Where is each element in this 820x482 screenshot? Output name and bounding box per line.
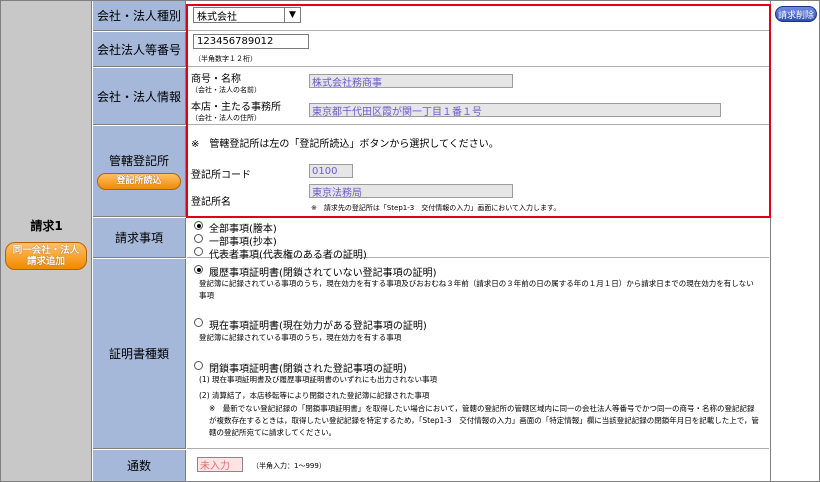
copies-note: （半角入力：1～999） (252, 462, 326, 470)
right-column: 請求削除 (770, 1, 819, 481)
closed-certificate-desc3: ※ 最新でない登記記録の「閉鎖事項証明書」を取得したい場合において，管轄の登記所… (209, 404, 759, 437)
company-name-label: 商号・名称 (191, 74, 241, 85)
closed-certificate-desc1: (1) 現在事項証明書及び履歴事項証明書のいずれにも出力されない事項 (199, 375, 438, 384)
radio-partial-items[interactable] (194, 234, 203, 243)
radio-full-items[interactable] (194, 221, 203, 230)
company-type-select[interactable]: 株式会社 ▼ (193, 7, 301, 23)
corp-number-note: （半角数字１２桁） (194, 55, 257, 63)
registry-cell: ※ 管轄登記所は左の「登記所読込」ボタンから選択してください。 登記所コード 0… (187, 126, 769, 217)
history-certificate-title: 履歴事項証明書(閉鎖されていない登記事項の証明) (209, 268, 437, 279)
copies-label: 通数 (93, 450, 186, 481)
radio-closed-certificate[interactable] (194, 361, 203, 370)
add-same-company-request-button[interactable]: 同一会社・法人請求追加 (5, 242, 87, 270)
current-certificate-title: 現在事項証明書(現在効力がある登記事項の証明) (209, 321, 427, 332)
certificate-type-cell: 履歴事項証明書(閉鎖されていない登記事項の証明) 登記簿に記録されている事項のう… (187, 259, 769, 449)
company-type-cell: 株式会社 ▼ (187, 1, 769, 31)
registry-name-label: 登記所名 (191, 197, 231, 208)
request-items-label: 請求事項 (93, 218, 186, 258)
company-address-label: 本店・主たる事務所 (191, 102, 281, 113)
company-info-cell: 商号・名称 （会社・法人の名前） 株式会社務商事 本店・主たる事務所 （会社・法… (187, 68, 769, 125)
closed-certificate-title: 閉鎖事項証明書(閉鎖された登記事項の証明) (209, 364, 407, 375)
registry-label: 管轄登記所 (108, 154, 169, 168)
registry-instruction: ※ 管轄登記所は左の「登記所読込」ボタンから選択してください。 (191, 139, 499, 150)
corp-number-cell: 123456789012 （半角数字１２桁） (187, 32, 769, 67)
company-type-selected: 株式会社 (197, 11, 237, 23)
company-name-value: 株式会社務商事 (309, 74, 513, 89)
request-title: 請求1 (30, 219, 63, 233)
radio-representative-items[interactable] (194, 247, 203, 256)
delete-request-button[interactable]: 請求削除 (775, 6, 817, 22)
copies-cell: （半角入力：1～999） (187, 450, 769, 481)
company-type-label: 会社・法人種別 (93, 1, 186, 31)
company-info-label: 会社・法人情報 (93, 68, 186, 125)
certificate-type-label: 証明書種類 (93, 259, 186, 449)
registry-code-label: 登記所コード (191, 170, 251, 181)
registry-name-note: ※ 請求先の登記所は「Step1-3 交付情報の入力」画面において入力します。 (311, 204, 561, 212)
load-registry-button[interactable]: 登記所読込 (97, 173, 181, 190)
current-certificate-desc: 登記簿に記録されている事項のうち，現在効力を有する事項 (199, 333, 402, 342)
chevron-down-icon: ▼ (284, 8, 300, 22)
add-button-label: 同一会社・法人請求追加 (12, 245, 80, 267)
radio-history-certificate[interactable] (194, 265, 203, 274)
registry-name-value: 東京法務局 (309, 184, 513, 199)
copies-input[interactable]: 未入力 (197, 457, 243, 472)
company-address-value: 東京都千代田区霞が関一丁目１番１号 (309, 103, 721, 118)
history-certificate-desc: 登記簿に記録されている事項のうち，現在効力を有する事項及びおおむね３年前（請求日… (199, 279, 754, 300)
closed-certificate-desc2: (2) 清算結了，本店移転等により閉鎖された登記簿に記録された事項 (199, 391, 430, 400)
registry-label-cell: 管轄登記所 登記所読込 (93, 126, 186, 217)
corp-number-input[interactable]: 123456789012 (193, 34, 309, 49)
corp-number-label: 会社法人等番号 (93, 32, 186, 67)
registry-code-value: 0100 (309, 164, 353, 178)
radio-current-certificate[interactable] (194, 318, 203, 327)
request-sidebar: 請求1 同一会社・法人請求追加 (1, 1, 92, 481)
request-items-cell: 全部事項(謄本) 一部事項(抄本) 代表者事項(代表権のある者の証明) (187, 218, 769, 261)
company-name-note: （会社・法人の名前） (191, 86, 261, 94)
company-address-note: （会社・法人の住所） (191, 114, 261, 122)
